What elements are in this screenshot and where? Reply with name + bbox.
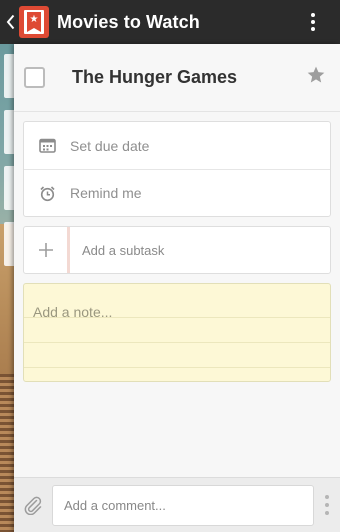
due-date-label: Set due date — [70, 137, 150, 154]
more-vertical-icon — [325, 495, 329, 499]
star-button[interactable] — [306, 65, 326, 91]
overflow-menu-button[interactable] — [298, 0, 328, 44]
task-meta-card: Set due date Remind me — [23, 121, 331, 217]
note-placeholder: Add a note... — [33, 304, 113, 320]
background-list-item[interactable] — [4, 166, 14, 210]
task-header: The Hunger Games — [14, 44, 340, 112]
list-title: Movies to Watch — [57, 11, 200, 32]
comment-bar: Add a comment... — [14, 477, 340, 532]
background-list-item[interactable] — [4, 54, 14, 98]
task-complete-checkbox[interactable] — [24, 67, 45, 88]
due-date-row[interactable]: Set due date — [24, 122, 330, 169]
plus-icon — [38, 243, 53, 257]
background-building — [0, 374, 14, 532]
background-list-item[interactable] — [4, 222, 14, 266]
reminder-row[interactable]: Remind me — [24, 169, 330, 216]
remind-me-label: Remind me — [70, 185, 142, 201]
add-subtask-input[interactable]: Add a subtask — [82, 243, 164, 258]
attach-button[interactable] — [14, 478, 52, 532]
star-icon — [307, 66, 325, 82]
comment-input[interactable]: Add a comment... — [52, 484, 314, 526]
paperclip-icon — [24, 496, 42, 515]
task-detail-panel: The Hunger Games Set due date Remind me … — [14, 44, 340, 532]
note-area[interactable]: Add a note... — [23, 283, 331, 382]
app-logo: ★ — [19, 6, 49, 38]
task-title[interactable]: The Hunger Games — [72, 67, 306, 88]
alarm-clock-icon — [39, 185, 55, 201]
more-vertical-icon — [311, 13, 315, 17]
background-list-item[interactable] — [4, 110, 14, 154]
back-button[interactable] — [3, 0, 17, 44]
comment-more-button[interactable] — [314, 478, 340, 532]
app-toolbar: ★ Movies to Watch — [0, 0, 340, 44]
add-subtask-card[interactable]: Add a subtask — [23, 226, 331, 274]
star-icon: ★ — [29, 14, 39, 25]
add-subtask-button[interactable] — [24, 227, 70, 273]
calendar-icon — [38, 138, 56, 153]
chevron-left-icon — [6, 14, 14, 30]
